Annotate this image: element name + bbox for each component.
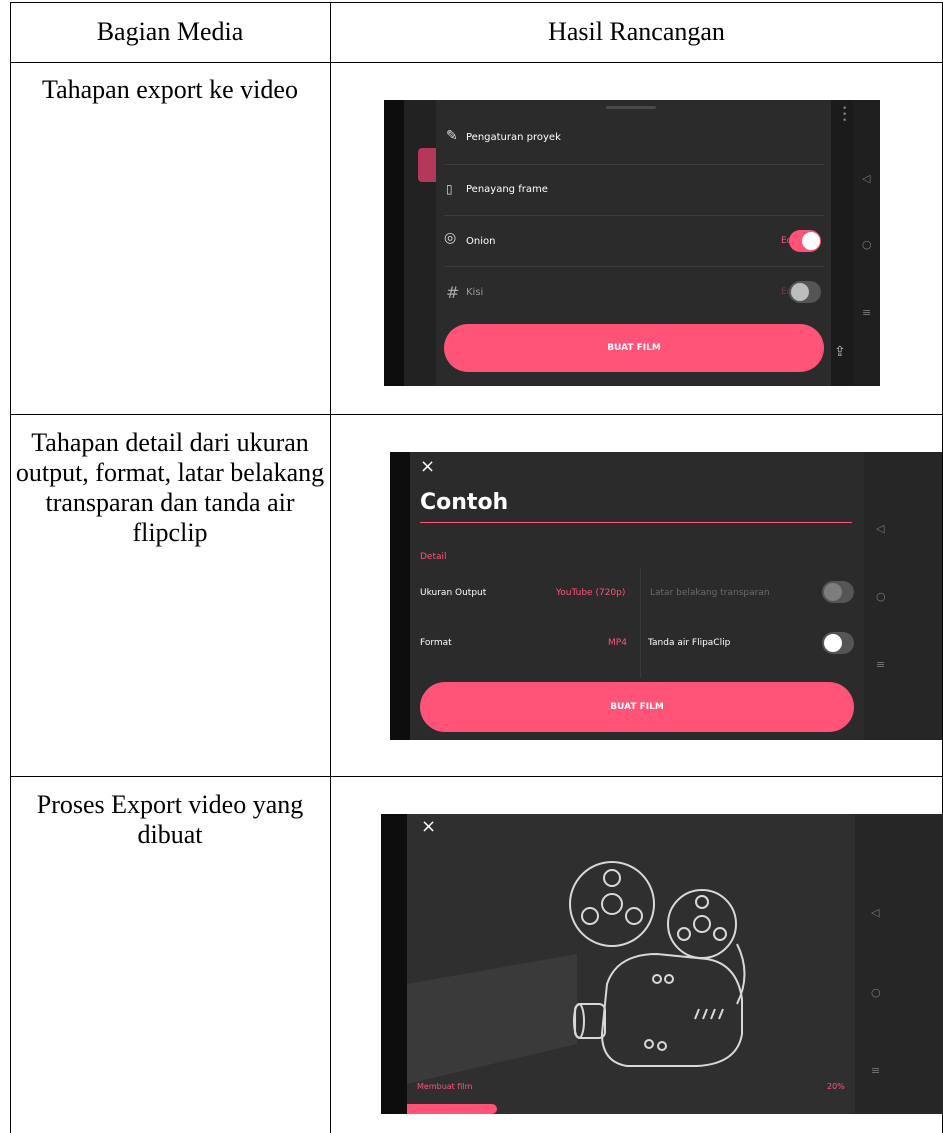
film-reel-large [569, 861, 655, 947]
kisi-toggle[interactable] [789, 281, 821, 303]
export-status-text: Membuat film [417, 1082, 473, 1091]
close-icon[interactable]: × [420, 456, 435, 477]
header-hasil-rancangan: Hasil Rancangan [548, 17, 725, 46]
export-progress-screenshot: ◁ ○ ≡ × Membuat film 20% [381, 814, 943, 1114]
export-progress-fill [407, 1104, 497, 1114]
buat-film-button[interactable]: BUAT FILM [444, 324, 824, 372]
recents-nav-icon[interactable]: ≡ [871, 1064, 880, 1077]
android-nav-bar: ◁ ○ ≡ [854, 100, 880, 386]
projector-drawing [569, 861, 746, 1067]
format-value[interactable]: MP4 [608, 638, 627, 648]
film-reel-small [667, 889, 737, 959]
buat-film-button[interactable]: BUAT FILM [420, 682, 854, 732]
table-border-left [10, 2, 11, 1133]
projector-light-beam [407, 954, 577, 1084]
left-edge-strip [390, 452, 410, 740]
watermark-label: Tanda air FlipaClip [648, 638, 731, 648]
row-divider-1 [10, 414, 943, 415]
section-detail: Detail [420, 552, 447, 562]
android-nav-bar: ◁ ○ ≡ [864, 452, 942, 740]
back-nav-icon[interactable]: ◁ [876, 522, 884, 535]
grid-hash-icon: # [446, 283, 460, 302]
format-label: Format [420, 638, 452, 648]
back-nav-icon[interactable]: ◁ [871, 906, 879, 919]
column-divider [640, 568, 641, 678]
row-2-label: Tahapan detail dari ukuran output, forma… [15, 428, 325, 547]
table-border-top [10, 2, 943, 3]
output-size-label: Ukuran Output [420, 588, 487, 598]
menu-item-pengaturan-proyek[interactable]: Pengaturan proyek [466, 132, 561, 143]
options-sheet: ✎ Pengaturan proyek ▯ Penayang frame ◎ O… [436, 100, 831, 386]
toggle-knob [791, 283, 809, 301]
film-projector-illustration [407, 861, 746, 1084]
overflow-menu-icon[interactable]: • • • [842, 105, 847, 126]
row-separator [444, 215, 824, 216]
export-share-icon[interactable]: ⇪ [834, 344, 846, 360]
transparent-bg-label: Latar belakang transparan [650, 588, 770, 598]
onion-toggle[interactable] [789, 230, 821, 252]
menu-item-kisi: Kisi [466, 287, 484, 298]
export-progress-track [407, 1104, 855, 1114]
onion-icon: ◎ [444, 230, 457, 246]
home-nav-icon[interactable]: ○ [862, 238, 872, 251]
title-underline [420, 522, 852, 523]
row-3-label: Proses Export video yang dibuat [36, 790, 304, 849]
toggle-knob [824, 634, 842, 652]
toggle-knob [802, 232, 820, 250]
left-edge-strip [384, 100, 404, 386]
pencil-icon: ✎ [446, 128, 458, 144]
projector-body [600, 952, 743, 1067]
menu-item-penayang-frame[interactable]: Penayang frame [466, 184, 548, 195]
export-detail-screenshot: ◁ ○ ≡ × Contoh Detail Ukuran Output YouT… [390, 452, 942, 740]
frame-viewer-icon: ▯ [446, 182, 453, 196]
output-size-value[interactable]: YouTube (720p) [556, 588, 625, 598]
recents-nav-icon[interactable]: ≡ [876, 658, 885, 671]
back-nav-icon[interactable]: ◁ [862, 172, 870, 185]
table-column-divider [330, 2, 331, 1133]
drag-handle[interactable] [606, 106, 656, 109]
watermark-toggle[interactable] [822, 632, 854, 654]
export-percent-text: 20% [827, 1082, 845, 1091]
header-bagian-media: Bagian Media [96, 17, 244, 46]
row-divider-2 [10, 776, 943, 777]
left-edge-strip [381, 814, 407, 1114]
menu-item-onion: Onion [466, 236, 496, 247]
export-menu-screenshot: ✎ Pengaturan proyek ▯ Penayang frame ◎ O… [384, 100, 880, 386]
header-divider [10, 62, 943, 63]
home-nav-icon[interactable]: ○ [876, 590, 886, 603]
transparent-bg-toggle[interactable] [822, 581, 854, 603]
home-nav-icon[interactable]: ○ [871, 986, 881, 999]
android-nav-bar: ◁ ○ ≡ [855, 814, 943, 1114]
row-separator [444, 164, 824, 165]
toggle-knob [824, 583, 842, 601]
recents-nav-icon[interactable]: ≡ [862, 306, 871, 319]
row-separator [444, 266, 824, 267]
project-title[interactable]: Contoh [420, 490, 508, 515]
row-1-label: Tahapan export ke video [42, 75, 298, 104]
projector-lens [574, 1003, 606, 1039]
